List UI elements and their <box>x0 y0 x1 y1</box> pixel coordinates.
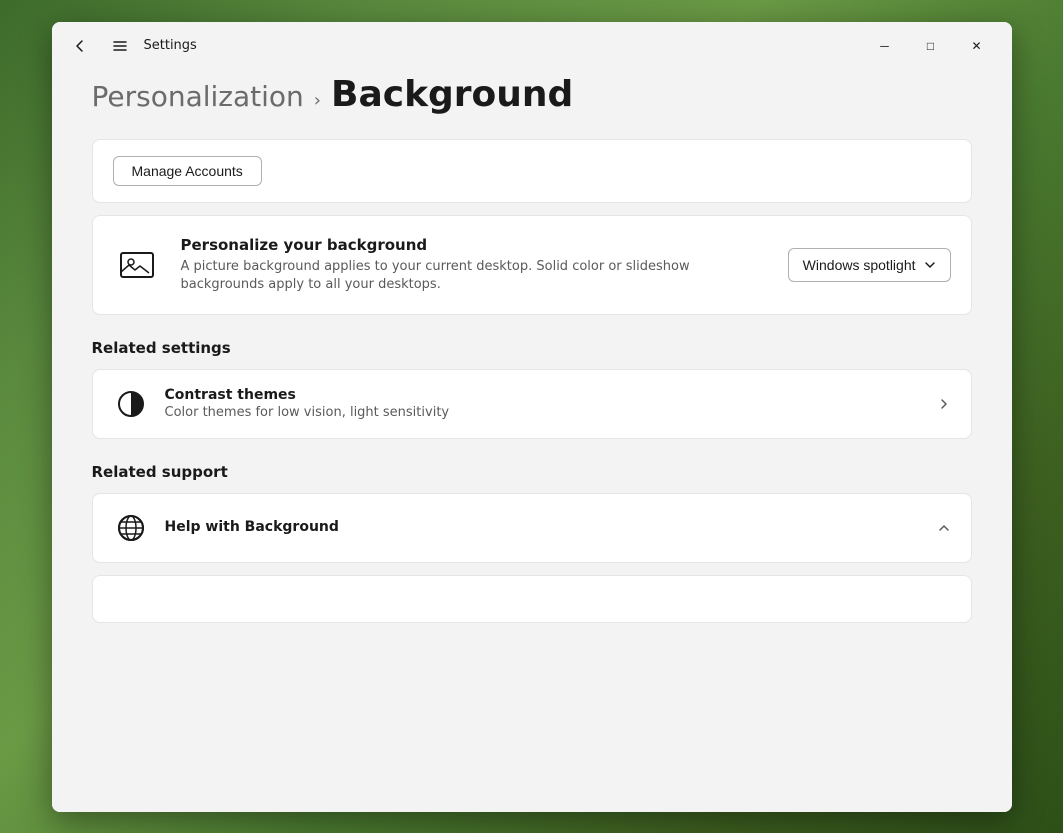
related-support-heading: Related support <box>92 463 972 481</box>
contrast-themes-card[interactable]: Contrast themes Color themes for low vis… <box>92 369 972 439</box>
contrast-themes-description: Color themes for low vision, light sensi… <box>165 405 921 420</box>
breadcrumb-current: Background <box>331 74 573 115</box>
maximize-button[interactable]: □ <box>908 30 954 62</box>
close-button[interactable]: ✕ <box>954 30 1000 62</box>
background-text: Personalize your background A picture ba… <box>181 236 768 294</box>
hamburger-menu-button[interactable] <box>104 30 136 62</box>
contrast-icon <box>113 386 149 422</box>
breadcrumb-parent[interactable]: Personalization <box>92 80 304 113</box>
background-icon <box>113 241 161 289</box>
window-controls: ─ □ ✕ <box>862 30 1000 62</box>
titlebar-left: Settings <box>64 30 862 62</box>
bottom-card-placeholder <box>92 575 972 623</box>
related-settings-heading: Related settings <box>92 339 972 357</box>
titlebar: Settings ─ □ ✕ <box>52 22 1012 70</box>
bg-card-title: Personalize your background <box>181 236 768 254</box>
minimize-button[interactable]: ─ <box>862 30 908 62</box>
settings-window: Settings ─ □ ✕ Personalization › Backgro… <box>52 22 1012 812</box>
breadcrumb: Personalization › Background <box>92 70 972 115</box>
main-content: Personalization › Background Manage Acco… <box>52 70 1012 812</box>
dropdown-value: Windows spotlight <box>803 257 916 273</box>
back-button[interactable] <box>64 30 96 62</box>
help-icon <box>113 510 149 546</box>
contrast-themes-title: Contrast themes <box>165 387 921 403</box>
help-chevron-up-icon <box>937 521 951 535</box>
breadcrumb-separator: › <box>314 90 321 111</box>
contrast-themes-chevron-icon <box>937 397 951 411</box>
manage-accounts-card: Manage Accounts <box>92 139 972 203</box>
manage-accounts-button[interactable]: Manage Accounts <box>113 156 262 186</box>
personalize-background-card: Personalize your background A picture ba… <box>92 215 972 315</box>
contrast-themes-text: Contrast themes Color themes for low vis… <box>165 387 921 420</box>
help-background-card[interactable]: Help with Background <box>92 493 972 563</box>
window-title: Settings <box>144 38 197 53</box>
background-type-dropdown[interactable]: Windows spotlight <box>788 248 951 282</box>
help-background-title: Help with Background <box>165 519 921 535</box>
help-background-text: Help with Background <box>165 519 921 537</box>
chevron-down-icon <box>924 259 936 271</box>
bg-card-description: A picture background applies to your cur… <box>181 258 768 294</box>
